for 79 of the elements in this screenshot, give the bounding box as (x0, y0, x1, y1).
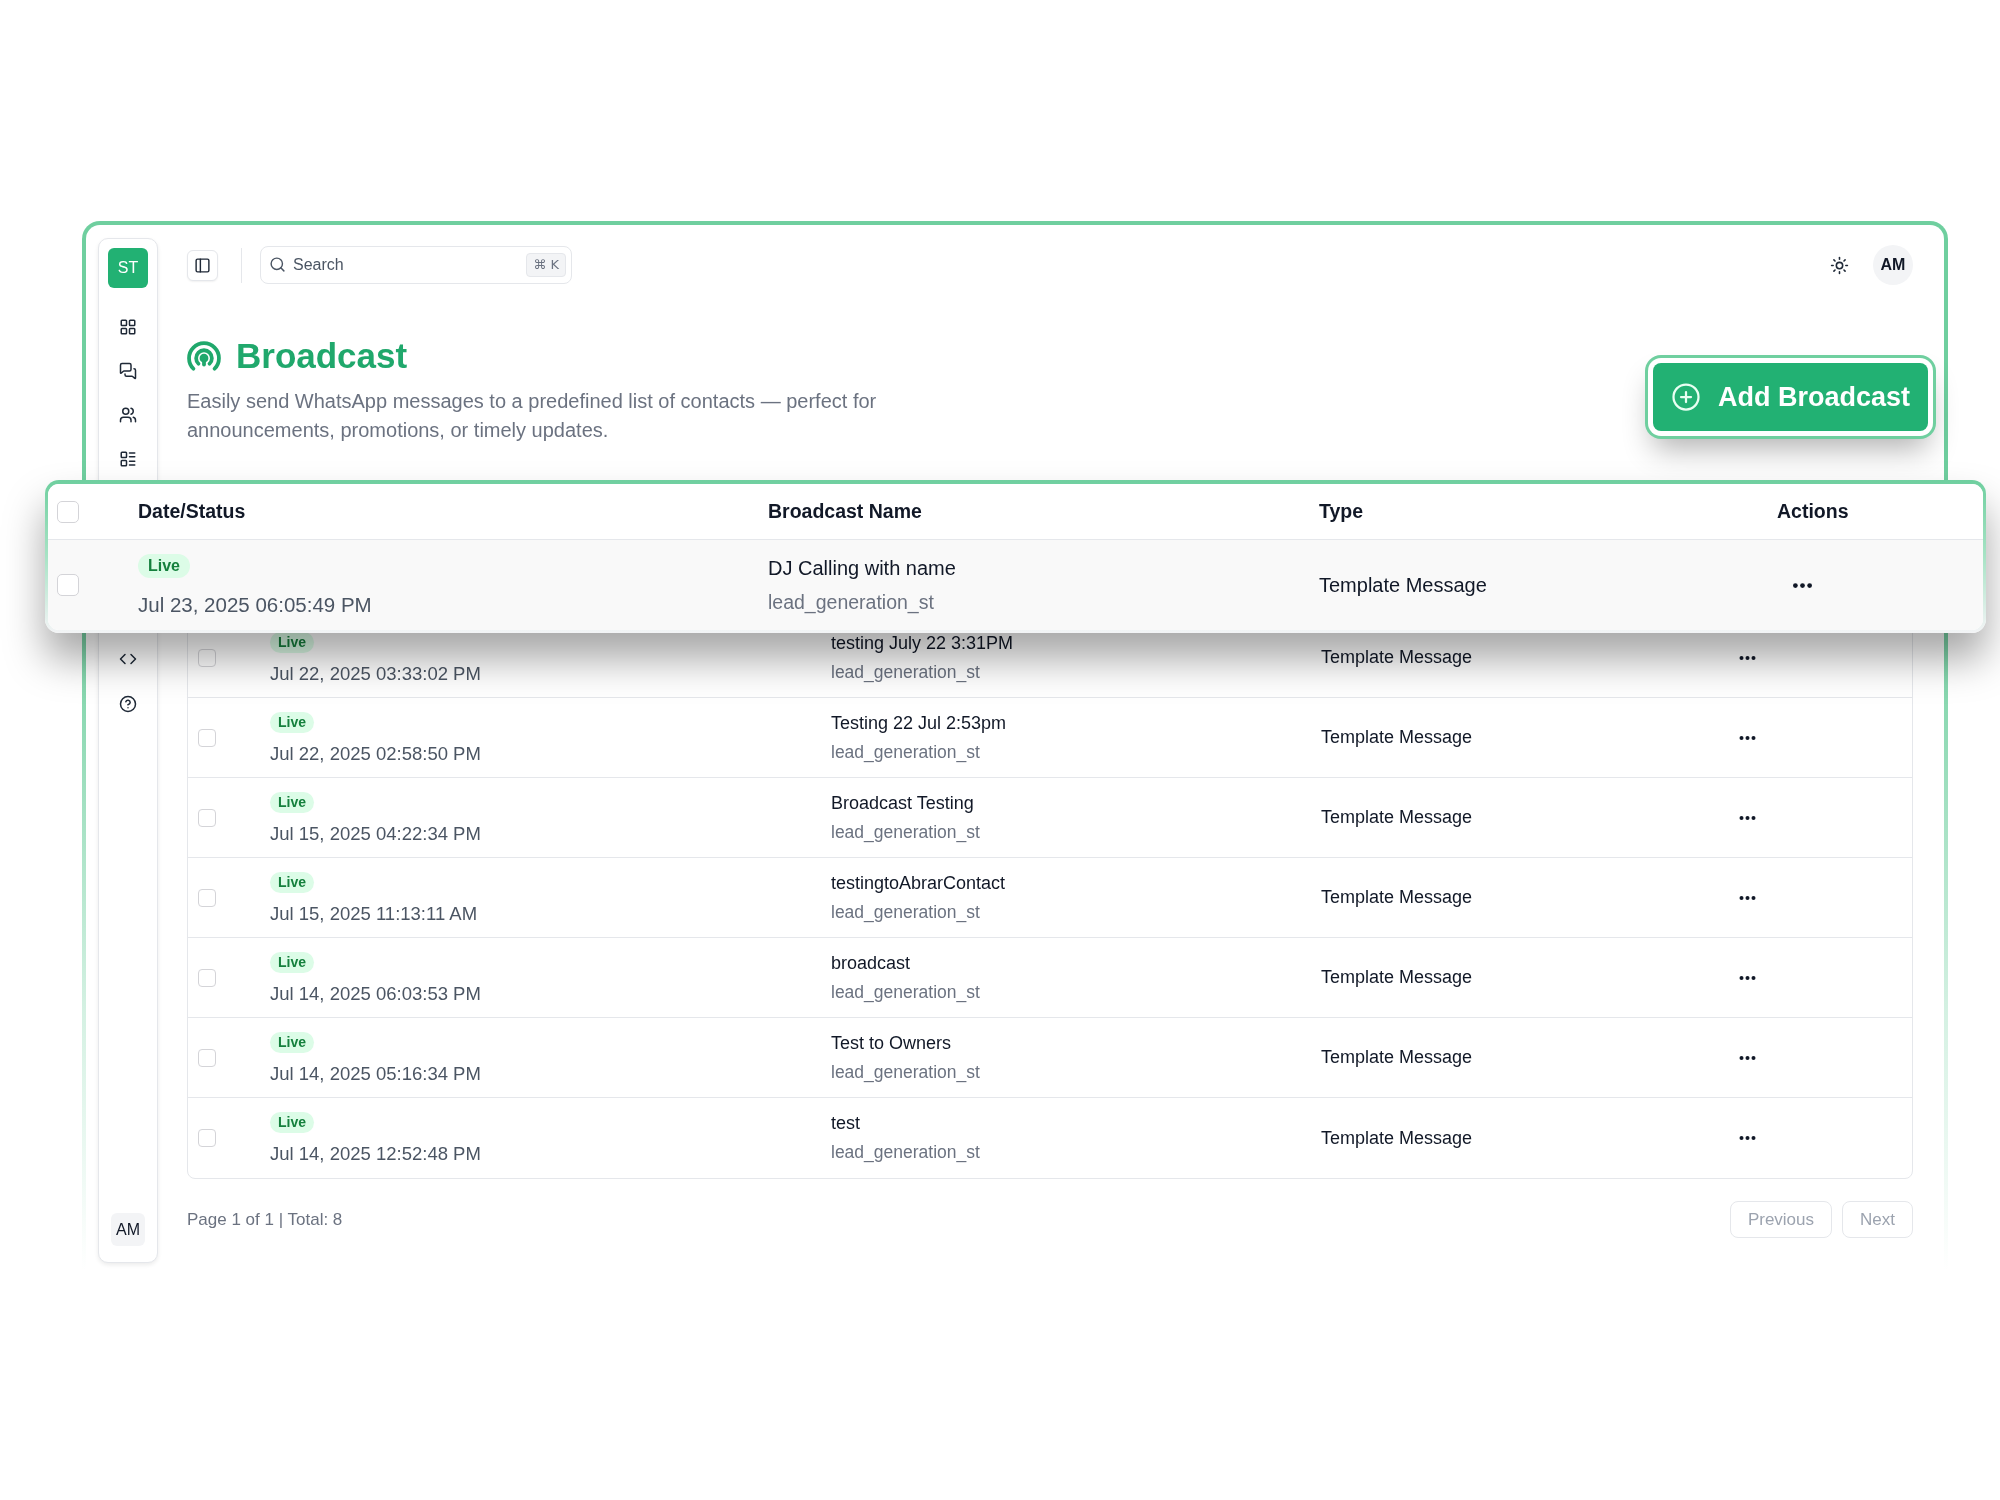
ellipsis-icon (1793, 582, 1812, 588)
template-name: lead_generation_st (831, 741, 980, 763)
template-name: lead_generation_st (768, 590, 934, 614)
user-avatar[interactable]: AM (1873, 245, 1913, 285)
workspace-logo[interactable]: ST (108, 248, 148, 288)
row-checkbox[interactable] (198, 728, 216, 747)
template-name: lead_generation_st (831, 1142, 980, 1163)
date-text: Jul 23, 2025 06:05:49 PM (138, 593, 372, 616)
type-text: Template Message (1321, 647, 1473, 668)
row-checkbox[interactable] (198, 808, 216, 827)
template-name: lead_generation_st (831, 821, 980, 843)
list-layout-icon[interactable] (119, 450, 137, 468)
shortcut-hint: ⌘ K (526, 253, 566, 277)
ellipsis-icon (1739, 1136, 1756, 1140)
row-checkbox[interactable] (198, 888, 216, 907)
ellipsis-icon (1739, 1055, 1756, 1060)
date-text: Jul 14, 2025 06:03:53 PM (270, 982, 481, 1004)
status-badge: Live (270, 871, 314, 893)
users-icon[interactable] (119, 406, 137, 424)
broadcast-name: Testing 22 Jul 2:53pm (831, 712, 1007, 734)
broadcast-name: Test to Owners (831, 1032, 952, 1054)
type-text: Template Message (1319, 573, 1487, 597)
ellipsis-icon (1739, 895, 1756, 900)
date-text: Jul 15, 2025 04:22:34 PM (270, 822, 481, 844)
status-badge: Live (270, 1112, 314, 1133)
panel-left-icon (194, 256, 211, 274)
sidebar-toggle-button[interactable] (187, 249, 218, 281)
page-title: Broadcast (236, 335, 408, 377)
row-checkbox[interactable] (198, 648, 216, 667)
row-checkbox[interactable] (198, 1048, 216, 1067)
ellipsis-icon (1739, 655, 1756, 660)
status-badge: Live (270, 631, 314, 653)
ellipsis-icon (1739, 735, 1756, 740)
search-icon (269, 256, 286, 273)
row-checkbox[interactable] (57, 574, 79, 596)
grid-icon[interactable] (119, 318, 137, 336)
date-text: Jul 15, 2025 11:13:11 AM (270, 902, 478, 924)
ellipsis-icon (1739, 975, 1756, 980)
column-header: Date/Status (138, 498, 246, 524)
broadcast-name: testingtoAbrarContact (831, 872, 1006, 894)
type-text: Template Message (1321, 887, 1473, 908)
type-text: Template Message (1321, 807, 1473, 828)
select-all-checkbox[interactable] (57, 500, 79, 523)
date-text: Jul 14, 2025 05:16:34 PM (270, 1062, 481, 1084)
help-icon[interactable] (119, 695, 137, 713)
template-name: lead_generation_st (831, 1061, 980, 1083)
row-checkbox[interactable] (198, 1129, 216, 1147)
template-name: lead_generation_st (831, 901, 980, 923)
page-description: Easily send WhatsApp messages to a predefined list of contacts — perfect for announcements, promotions, or timely updates. (187, 389, 878, 443)
date-text: Jul 22, 2025 02:58:50 PM (270, 742, 481, 764)
status-badge: Live (270, 1031, 314, 1053)
status-badge: Live (270, 791, 314, 813)
status-badge: Live (138, 554, 190, 578)
sun-icon[interactable] (1830, 255, 1849, 275)
broadcast-icon (187, 340, 221, 372)
status-badge: Live (270, 711, 314, 733)
pagination-summary: Page 1 of 1 | Total: 8 (187, 1208, 343, 1231)
date-text: Jul 14, 2025 12:52:48 PM (270, 1143, 481, 1164)
column-header: Actions (1777, 498, 1849, 524)
date-text: Jul 22, 2025 03:33:02 PM (270, 662, 481, 684)
type-text: Template Message (1321, 967, 1473, 988)
column-header: Type (1319, 498, 1364, 524)
broadcast-name: Broadcast Testing (831, 792, 974, 814)
type-text: Template Message (1321, 1047, 1473, 1068)
user-initials-button[interactable]: AM (111, 1213, 145, 1246)
status-badge: Live (270, 951, 314, 973)
broadcast-name: DJ Calling with name (768, 556, 956, 580)
column-header: Broadcast Name (768, 498, 922, 524)
chat-bubbles-icon[interactable] (119, 362, 137, 380)
broadcast-name: testing July 22 3:31PM (831, 632, 1014, 654)
ellipsis-icon (1739, 815, 1756, 820)
broadcast-name: broadcast (831, 952, 911, 974)
type-text: Template Message (1321, 1127, 1473, 1149)
row-checkbox[interactable] (198, 968, 216, 987)
template-name: lead_generation_st (831, 661, 980, 683)
type-text: Template Message (1321, 727, 1473, 748)
plus-circle-icon (1670, 382, 1701, 412)
template-name: lead_generation_st (831, 981, 980, 1003)
broadcast-name: test (831, 1113, 860, 1134)
